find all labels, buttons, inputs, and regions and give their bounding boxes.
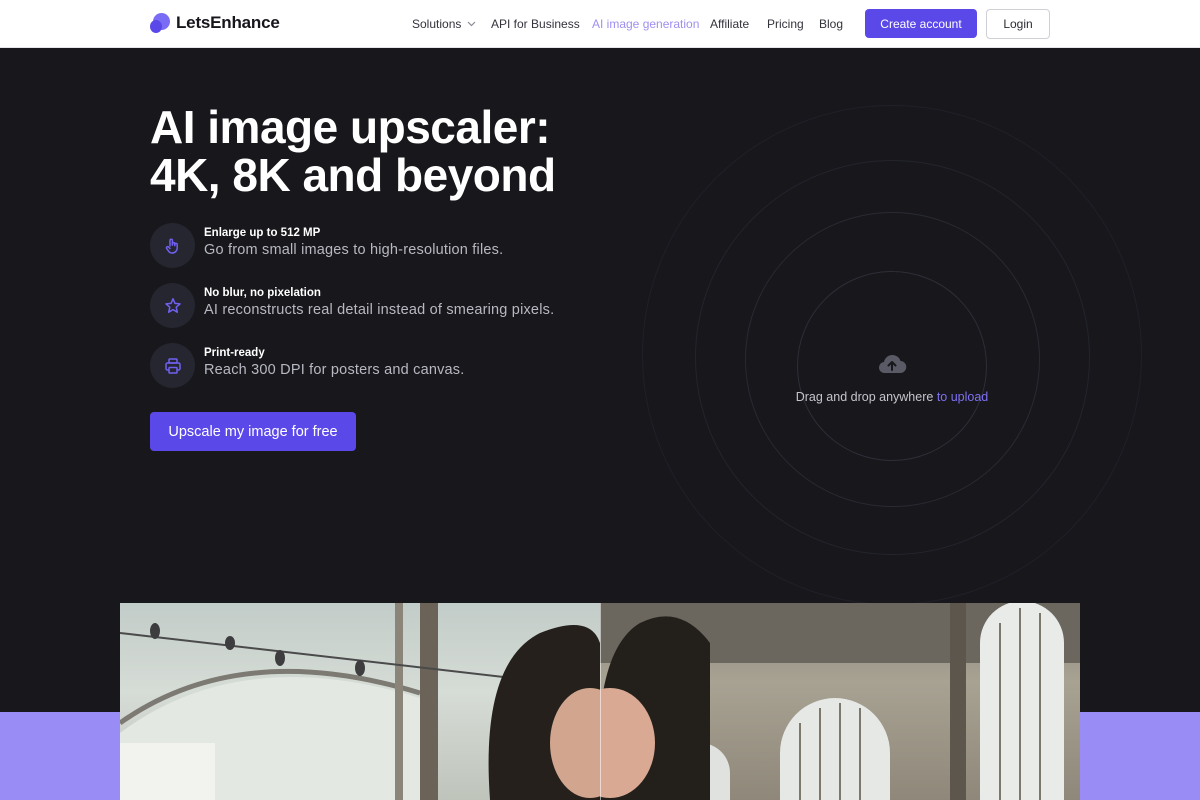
comparison-divider[interactable] <box>600 603 601 800</box>
top-header: LetsEnhance Solutions API for Business A… <box>0 0 1200 48</box>
hand-pointer-icon <box>165 238 178 254</box>
upload-text: Drag and drop anywhere <box>795 390 934 404</box>
feature-item-print-ready: Print-ready Reach 300 DPI for posters an… <box>150 343 670 389</box>
feature-title: No blur, no pixelation <box>204 287 321 299</box>
upload-link[interactable]: to upload <box>937 390 988 404</box>
upload-dropzone[interactable] <box>600 60 1160 605</box>
login-button[interactable]: Login <box>986 9 1050 39</box>
star-icon <box>164 297 181 313</box>
chevron-down-icon <box>467 21 476 27</box>
printer-icon <box>164 357 181 374</box>
feature-icon-bg <box>150 283 195 328</box>
after-image-half <box>565 603 1080 800</box>
station-illustration-left <box>120 603 630 800</box>
logo[interactable]: LetsEnhance <box>150 13 280 33</box>
feature-icon-bg <box>150 343 195 388</box>
upscale-image-button[interactable]: Upscale my image for free <box>150 412 356 451</box>
hero-title-line2: 4K, 8K and beyond <box>150 149 556 201</box>
hero-title-line1: AI image upscaler: <box>150 101 551 153</box>
feature-icon-bg <box>150 223 195 268</box>
feature-item-enlarge: Enlarge up to 512 MP Go from small image… <box>150 223 670 269</box>
feature-title: Print-ready <box>204 347 265 359</box>
logo-icon <box>150 13 170 33</box>
nav-ai-image-generation[interactable]: AI image generation <box>592 17 699 31</box>
create-account-button[interactable]: Create account <box>865 9 977 38</box>
feature-title: Enlarge up to 512 MP <box>204 227 321 239</box>
cloud-upload-icon <box>878 354 907 374</box>
nav-api-for-business[interactable]: API for Business <box>491 17 580 31</box>
feature-item-no-blur: No blur, no pixelation AI reconstructs r… <box>150 283 670 329</box>
upload-instructions: Drag and drop anywhere to upload <box>760 390 1024 404</box>
feature-desc: Reach 300 DPI for posters and canvas. <box>204 362 465 378</box>
feature-desc: AI reconstructs real detail instead of s… <box>204 302 555 318</box>
before-image-half <box>120 603 630 800</box>
feature-desc: Go from small images to high-resolution … <box>204 242 504 258</box>
nav-pricing[interactable]: Pricing <box>767 17 804 31</box>
nav-blog[interactable]: Blog <box>819 17 843 31</box>
hero-title: AI image upscaler: 4K, 8K and beyond <box>150 103 670 199</box>
nav-solutions-label: Solutions <box>412 17 462 31</box>
nav-affiliate[interactable]: Affiliate <box>710 17 749 31</box>
nav-solutions[interactable]: Solutions <box>412 17 476 31</box>
logo-text: LetsEnhance <box>176 13 280 32</box>
station-illustration-right <box>565 603 1080 800</box>
before-after-image[interactable] <box>120 603 1080 800</box>
